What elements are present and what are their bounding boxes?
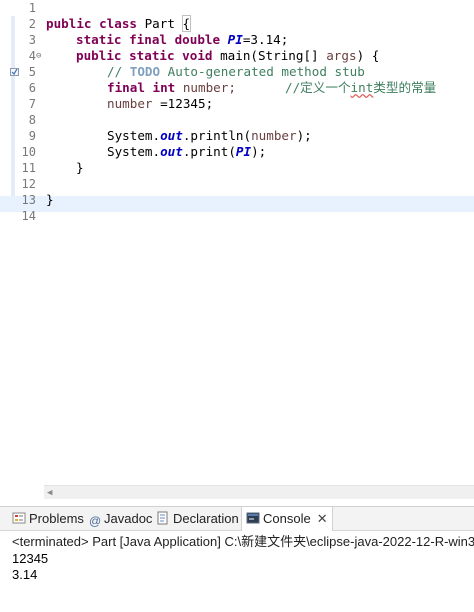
console-launch-info: <terminated> Part [Java Application] C:\… [12,534,474,549]
horizontal-scrollbar[interactable]: ◀ [44,485,474,499]
keyword: public static void [76,48,213,63]
code-line-10: System.out.print(PI); [107,144,266,160]
tab-declaration[interactable]: Declaration [156,507,239,531]
at-icon: @ [89,514,102,528]
keyword: static final double [76,32,221,47]
console-panel: Problems @ Javadoc Declaration Console ✕ <… [0,506,474,612]
class-name: Part [137,16,183,31]
declaration-icon [157,511,168,525]
problems-icon [12,512,26,524]
task-marker-icon[interactable] [10,68,19,76]
line-number: 8 [28,113,36,127]
code-line-2: public class Part { [46,15,192,32]
tab-label: Declaration [173,511,239,526]
code-text: =3.14; [242,32,289,47]
line-number: 3 [28,33,36,47]
code-line-9: System.out.println(number); [107,128,312,144]
matching-bracket: { [181,15,192,32]
tab-label: Javadoc [104,511,153,526]
keyword: class [99,16,138,31]
todo-tag: TODO [129,64,161,79]
comment: //定义一个int类型的常量 [285,80,455,96]
code-line-6: final int number; //定义一个int类型的常量 [107,80,436,96]
line-number: 4 [28,49,36,63]
keyword: final int [107,80,176,95]
code-text: .println( [182,128,252,143]
code-line-5: // TODO Auto-generated method stub [107,64,365,80]
comment-text: 类型的常量 [373,80,437,95]
tab-label: Problems [29,511,84,526]
local-variable: number [251,128,297,143]
line-number: 11 [21,161,36,175]
line-number: 14 [21,209,36,223]
code-line-13: } [46,192,54,207]
comment: // [107,64,130,79]
code-text: main(String[] [212,48,327,63]
parameter: args [326,48,357,63]
code-text: =12345; [152,96,214,111]
code-text: System. [107,144,161,159]
line-number: 7 [28,97,36,111]
code-text: .print( [182,144,236,159]
code-text: ); [296,128,312,143]
line-number: 13 [21,193,36,207]
code-text: ); [251,144,267,159]
static-field: PI [227,32,243,47]
line-number: 12 [21,177,36,191]
comment: Auto-generated method stub [160,64,365,79]
static-field: out [160,128,183,143]
tab-problems[interactable]: Problems [12,507,84,531]
code-line-7: number =12345; [107,96,213,112]
console-output-line: 3.14 [12,567,38,582]
comment-text: //定义一个 [285,80,351,95]
code-line-4: public static void main(String[] args) { [76,48,379,64]
tab-javadoc[interactable]: @ Javadoc [89,507,152,531]
panel-tab-bar: Problems @ Javadoc Declaration Console ✕ [0,507,474,531]
tab-console[interactable]: Console ✕ [241,507,333,531]
line-number: 9 [28,129,36,143]
keyword: public [46,16,92,31]
line-number: 2 [28,17,36,31]
local-variable: number [107,96,153,111]
fold-collapse-icon[interactable]: ⊖ [36,48,44,64]
code-text: ) { [356,48,380,63]
local-variable: number; [175,80,236,95]
static-field: PI [235,144,252,159]
code-area[interactable]: public class Part { static final double … [46,0,474,485]
code-line-3: static final double PI=3.14; [76,32,288,48]
line-number-gutter: 1 2 3 4 5 6 7 8 9 10 11 12 13 14 ⊖ [0,0,44,485]
tab-label: Console [263,511,311,526]
code-editor[interactable]: 1 2 3 4 5 6 7 8 9 10 11 12 13 14 ⊖ publi… [0,0,474,485]
close-icon[interactable]: ✕ [317,511,328,526]
console-output-line: 12345 [12,551,49,566]
scroll-left-icon[interactable]: ◀ [47,488,52,498]
code-line-11: } [76,160,84,175]
static-field: out [160,144,183,159]
console-icon [246,512,260,524]
spelling-flag: int [350,80,374,95]
line-number: 10 [21,145,36,159]
line-number: 1 [28,1,36,15]
code-text: System. [107,128,161,143]
line-number: 6 [28,81,36,95]
